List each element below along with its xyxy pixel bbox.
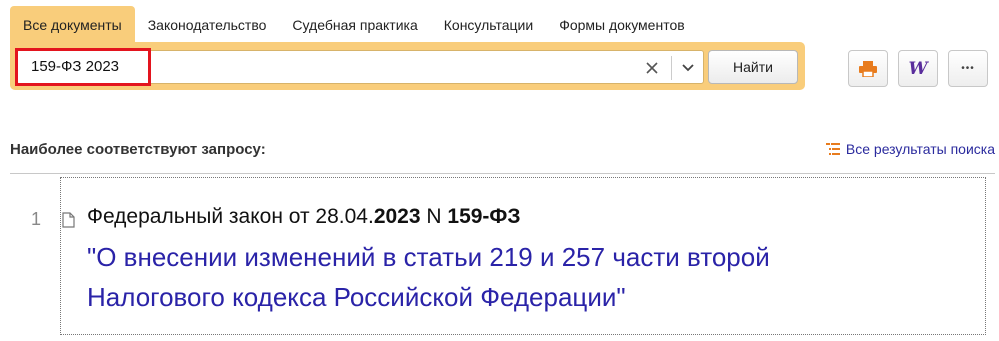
result-number: 1 (31, 209, 42, 229)
result-doc-title-link[interactable]: "О внесении изменений в статьи 219 и 257… (87, 237, 967, 317)
tab-all-documents[interactable]: Все документы (10, 6, 135, 44)
result-doc-header: Федеральный закон от 28.04.2023 N 159-ФЗ (87, 205, 521, 229)
query-highlight-frame (15, 48, 151, 86)
print-button[interactable] (848, 50, 888, 87)
result-title-line-1: "О внесении изменений в статьи 219 и 257… (87, 242, 770, 272)
all-results-label: Все результаты поиска (845, 141, 995, 157)
result-doc-prefix: Федеральный закон от 28.04. (87, 205, 374, 228)
close-icon (646, 62, 658, 74)
clear-search-button[interactable] (637, 55, 667, 81)
more-icon: ••• (961, 63, 975, 74)
document-icon (62, 212, 75, 228)
find-button[interactable]: Найти (708, 50, 798, 84)
print-icon (859, 60, 877, 77)
chevron-down-icon (682, 64, 694, 72)
search-tabs: Все документы Законодательство Судебная … (10, 6, 698, 44)
search-panel: 159-ФЗ 2023 Найти (10, 42, 805, 90)
tab-document-forms[interactable]: Формы документов (546, 6, 698, 44)
section-title: Наиболее соответствуют запросу: (10, 141, 266, 158)
search-separator (671, 56, 672, 80)
result-title-line-2: Налогового кодекса Российской Федерации" (87, 282, 626, 312)
search-history-dropdown[interactable] (674, 55, 702, 81)
word-export-icon: W (908, 58, 928, 79)
result-doc-year: 2023 (373, 205, 421, 228)
result-doc-number: 159-ФЗ (447, 205, 521, 228)
tab-legislation[interactable]: Законодательство (135, 6, 280, 44)
all-results-link[interactable]: Все результаты поиска (825, 141, 995, 157)
list-tree-icon (825, 143, 840, 155)
result-doc-n-label: N (420, 205, 448, 228)
more-button[interactable]: ••• (948, 50, 988, 87)
export-word-button[interactable]: W (898, 50, 938, 87)
tab-consultations[interactable]: Консультации (431, 6, 546, 44)
divider (10, 173, 995, 174)
tab-court-practice[interactable]: Судебная практика (279, 6, 430, 44)
